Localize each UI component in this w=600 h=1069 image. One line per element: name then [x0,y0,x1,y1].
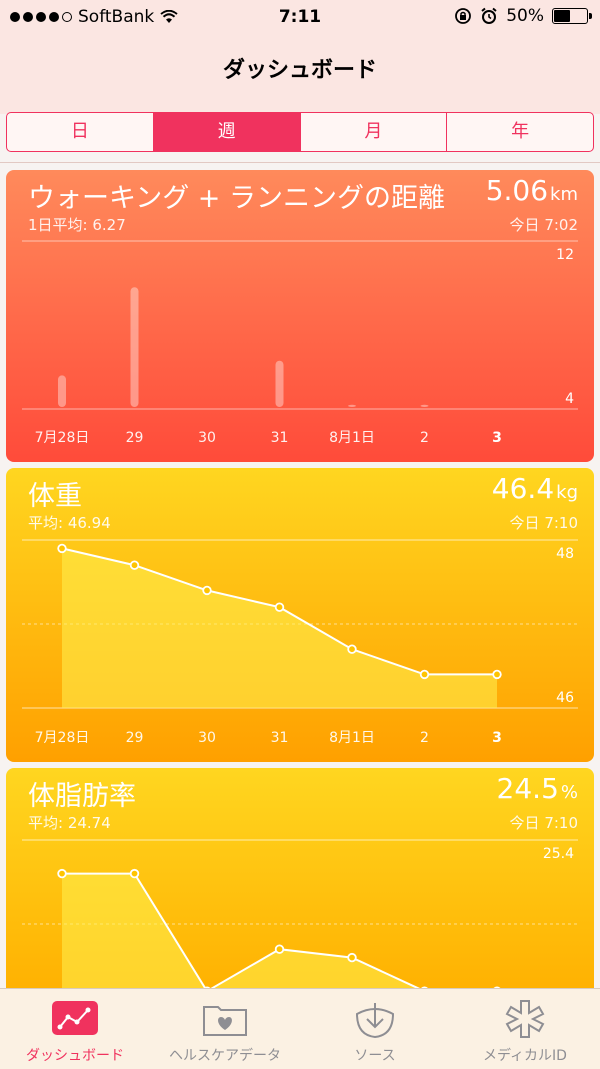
bar [275,360,284,407]
y-tick-label: 46 [556,690,574,706]
tab-sources[interactable]: ソース [300,989,450,1069]
card-timestamp: 今日 7:02 [509,216,578,234]
divider [0,162,600,163]
card-average: 1日平均: 6.27 [28,216,126,234]
segment-day[interactable]: 日 [7,113,153,151]
x-tick-label: 3 [492,730,502,746]
navigation-bar: ダッシュボード [0,34,600,114]
dashboard-icon [52,1001,98,1035]
data-point [202,585,212,596]
battery-percent: 50% [506,6,544,26]
alarm-icon [481,7,497,24]
x-tick-label: 3 [492,430,502,446]
data-point [274,602,285,612]
card-value: 5.06 km [486,174,578,207]
x-tick-label: 7月28日 [35,730,90,746]
card-value: 46.4 kg [492,472,578,505]
card-average: 平均: 24.74 [28,814,111,832]
x-tick-label: 31 [271,730,289,746]
data-point [129,868,140,879]
area-fill [62,873,497,998]
x-tick-label: 8月1日 [329,730,375,746]
value-unit: km [550,184,578,205]
health-data-icon [203,1006,247,1036]
sources-icon [355,1003,395,1039]
segment-month[interactable]: 月 [299,113,447,151]
value-number: 24.5 [496,772,559,805]
value-unit: kg [556,482,578,503]
card-average: 平均: 46.94 [28,514,111,532]
bar [58,375,66,407]
data-point [347,952,357,963]
segment-week[interactable]: 週 [152,113,300,151]
x-tick-label: 29 [126,730,144,746]
data-point [129,560,140,570]
y-tick-label: 4 [565,391,574,407]
y-tick-label: 25.4 [543,846,574,862]
tab-health-data[interactable]: ヘルスケアデータ [150,989,300,1069]
tab-medical-id[interactable]: メディカルID [450,989,600,1069]
bar [130,287,139,407]
data-point [492,669,502,680]
value-number: 5.06 [485,174,549,207]
tab-label: メディカルID [483,1048,567,1064]
bar [348,404,356,407]
tab-bar: ダッシュボード ヘルスケアデータ ソース メディカルID [0,988,600,1069]
value-number: 46.4 [491,472,555,505]
status-bar: SoftBank 7:11 50% [0,0,600,34]
x-tick-label: 2 [420,430,429,446]
battery-icon [552,8,592,24]
body-fat-card[interactable]: 25.4 体脂肪率 平均: 24.74 24.5% 今日 7:10 [6,768,594,998]
card-timestamp: 今日 7:10 [509,514,578,532]
medical-id-icon [505,1000,545,1038]
x-tick-label: 7月28日 [35,430,90,446]
card-title: ウォーキング + ランニングの距離 [28,183,445,214]
card-title: 体重 [28,481,82,512]
data-point [57,543,67,554]
data-point [57,868,67,879]
x-tick-label: 2 [420,730,429,746]
y-tick-label: 12 [556,247,574,263]
x-tick-label: 30 [198,730,216,746]
x-tick-label: 29 [126,430,144,446]
tab-label: ダッシュボード [26,1048,124,1064]
x-tick-label: 30 [198,430,216,446]
value-unit: % [560,782,578,803]
weight-card[interactable]: 48 46 7月28日 29 30 31 8月1日 2 3 体重 平均: 46.94 46.4 k… [6,468,594,762]
distance-card[interactable]: 12 4 7月28日 29 30 31 8月1日 2 3 ウォーキング + ランニングの距離 1… [6,170,594,462]
card-value: 24.5% [497,772,578,805]
x-tick-label: 31 [271,430,289,446]
status-right-group: 50% [454,6,592,26]
rotation-lock-icon [455,8,472,24]
tab-dashboard[interactable]: ダッシュボード [0,989,150,1069]
y-tick-label: 48 [556,546,574,562]
data-point [419,669,430,680]
page-title: ダッシュボード [222,58,377,83]
area-fill [62,548,497,708]
data-point [274,944,285,954]
card-title: 体脂肪率 [28,781,136,812]
bar [420,404,429,407]
card-timestamp: 今日 7:10 [509,814,578,832]
data-point [347,644,357,654]
period-segmented-control: 日 週 月 年 [6,112,594,152]
x-tick-label: 8月1日 [329,430,375,446]
tab-label: ソース [354,1048,396,1064]
tab-label: ヘルスケアデータ [169,1048,281,1064]
segment-year[interactable]: 年 [446,113,593,151]
